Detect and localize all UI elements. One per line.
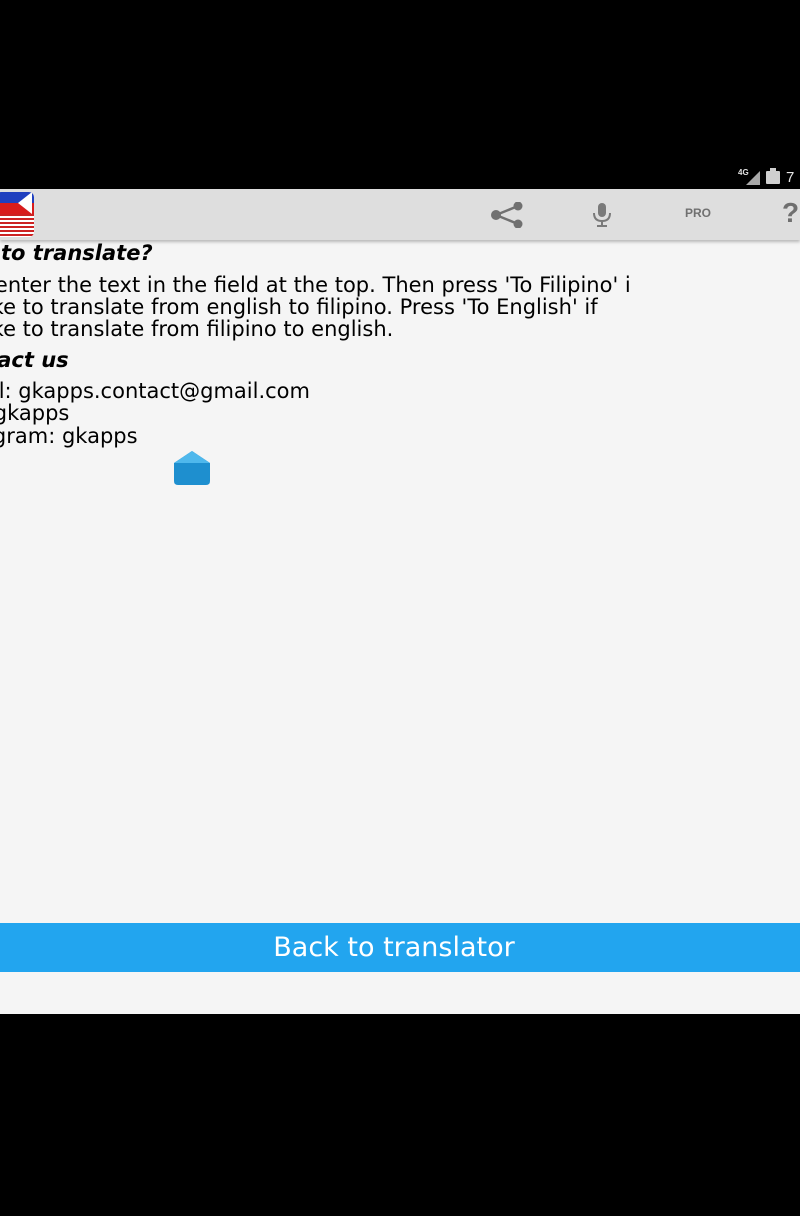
status-clock: 7 [786, 168, 795, 186]
back-to-translator-button[interactable]: Back to translator [0, 923, 800, 972]
text-cursor-handle[interactable] [172, 449, 212, 486]
status-bar: 4G 7 [0, 165, 800, 189]
action-bar: PRO ? [0, 189, 800, 240]
help-line: like to translate from filipino to engli… [0, 317, 394, 341]
contact-telegram: egram: gkapps [0, 424, 138, 448]
device-screen: 4G 7 PRO ? to translate? t enter the tex… [0, 0, 800, 1216]
back-button-label: Back to translator [273, 932, 515, 963]
flag-icon[interactable] [0, 192, 34, 237]
contact-heading: itact us [0, 348, 69, 372]
help-line: like to translate from english to filipi… [0, 295, 598, 319]
share-icon[interactable] [490, 202, 526, 228]
battery-icon [766, 167, 780, 184]
pro-button[interactable]: PRO [672, 206, 724, 220]
how-to-heading: v to translate? [0, 241, 153, 265]
help-line: t enter the text in the field at the top… [0, 273, 631, 297]
signal-icon: 4G [738, 168, 760, 185]
help-icon[interactable]: ? [782, 197, 799, 229]
contact-line: : gkapps [0, 401, 70, 425]
contact-email: ail: gkapps.contact@gmail.com [0, 379, 310, 403]
app-window: PRO ? v to translate? t enter the text i… [0, 189, 800, 1014]
mic-icon[interactable] [590, 202, 614, 228]
status-icons: 4G 7 [738, 167, 800, 187]
